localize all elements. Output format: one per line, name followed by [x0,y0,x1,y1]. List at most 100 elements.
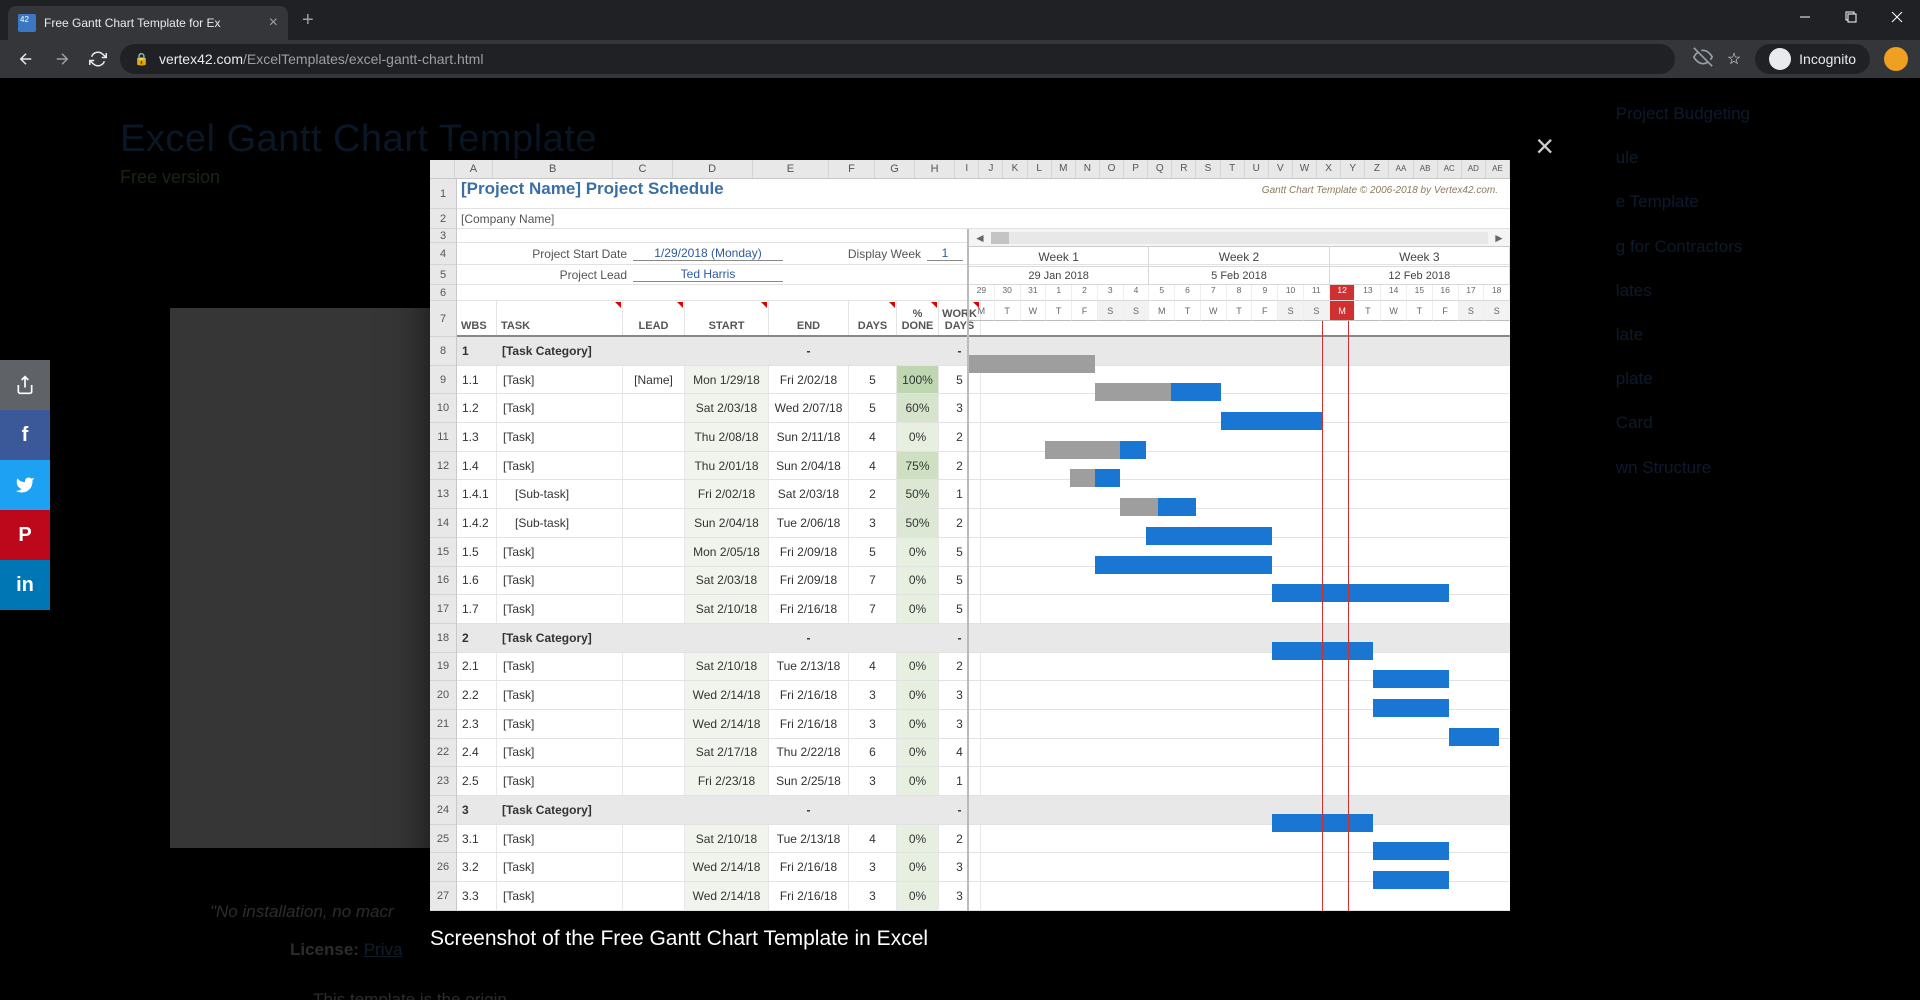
cell-end[interactable]: Tue 2/06/18 [769,509,849,537]
gantt-bar[interactable] [1045,441,1146,459]
cell-lead[interactable] [623,337,685,365]
row-number[interactable]: 21 [430,710,456,739]
cell-lead[interactable] [623,710,685,738]
col-letter[interactable]: Q [1148,160,1172,178]
cell-wbs[interactable]: 3 [457,796,497,824]
col-letter[interactable]: V [1269,160,1293,178]
cell-pct[interactable]: 0% [897,681,939,709]
cell-pct[interactable]: 100% [897,366,939,394]
gantt-bar[interactable] [1373,871,1449,889]
cell-task[interactable]: [Task Category] [497,624,623,652]
cell-lead[interactable] [623,624,685,652]
cell-pct[interactable] [897,796,939,824]
timeline-scrollbar[interactable]: ◄ ► [969,229,1510,247]
cell-wbs[interactable]: 3.1 [457,825,497,853]
maximize-button[interactable] [1828,0,1874,34]
cell-lead[interactable] [623,653,685,681]
forward-button[interactable] [48,45,76,73]
gantt-bar[interactable] [1146,527,1272,545]
cell-wbs[interactable]: 1.1 [457,366,497,394]
gantt-bar[interactable] [1373,699,1449,717]
cell-days[interactable]: 3 [849,853,897,881]
row-number[interactable]: 7 [430,301,456,337]
cell-end[interactable]: Sun 2/04/18 [769,452,849,480]
eye-off-icon[interactable] [1693,47,1713,72]
col-letter[interactable]: AE [1486,160,1510,178]
cell-wbs[interactable]: 1.4.2 [457,509,497,537]
col-letter[interactable]: Y [1341,160,1365,178]
cell-days[interactable]: 2 [849,480,897,508]
col-letter[interactable]: S [1196,160,1220,178]
cell-start[interactable]: Sat 2/10/18 [685,653,769,681]
cell-end[interactable]: Fri 2/16/18 [769,853,849,881]
cell-pct[interactable]: 0% [897,653,939,681]
new-tab-button[interactable]: + [302,9,314,32]
cell-pct[interactable]: 0% [897,825,939,853]
cell-wbs[interactable]: 1.6 [457,567,497,595]
cell-days[interactable]: 3 [849,681,897,709]
cell-lead[interactable] [623,767,685,795]
cell-wbs[interactable]: 1.5 [457,538,497,566]
cell-end[interactable]: Fri 2/16/18 [769,710,849,738]
col-letter[interactable]: U [1245,160,1269,178]
cell-days[interactable]: 3 [849,767,897,795]
cell-wbs[interactable]: 2.1 [457,653,497,681]
row-number[interactable]: 8 [430,337,456,366]
cell-wbs[interactable]: 1.4 [457,452,497,480]
modal-close-button[interactable]: × [1535,128,1554,165]
project-lead-value[interactable]: Ted Harris [633,267,783,282]
cell-wbs[interactable]: 3.2 [457,853,497,881]
row-number[interactable]: 2 [430,209,456,229]
row-number[interactable]: 18 [430,624,456,653]
cell-pct[interactable] [897,337,939,365]
cell-start[interactable]: Mon 1/29/18 [685,366,769,394]
col-letter[interactable]: I [955,160,979,178]
col-letter[interactable]: C [613,160,672,178]
cell-days[interactable]: 6 [849,739,897,767]
reload-button[interactable] [84,45,112,73]
cell-lead[interactable] [623,825,685,853]
row-number[interactable]: 1 [430,179,456,209]
cell-wbs[interactable]: 1.7 [457,595,497,623]
cell-start[interactable]: Mon 2/05/18 [685,538,769,566]
cell-days[interactable]: 7 [849,595,897,623]
cell-wbs[interactable]: 2.4 [457,739,497,767]
cell-lead[interactable] [623,853,685,881]
col-letter[interactable]: AD [1462,160,1486,178]
linkedin-button[interactable]: in [0,560,50,610]
cell-lead[interactable] [623,452,685,480]
cell-lead[interactable] [623,796,685,824]
cell-end[interactable]: Fri 2/09/18 [769,538,849,566]
cell-task[interactable]: [Task] [497,394,623,422]
cell-pct[interactable]: 50% [897,509,939,537]
cell-task[interactable]: [Task Category] [497,796,623,824]
cell-task[interactable]: [Task] [497,567,623,595]
col-letter[interactable]: AC [1438,160,1462,178]
cell-task[interactable]: [Task] [497,595,623,623]
address-bar[interactable]: 🔒 vertex42.com/ExcelTemplates/excel-gant… [120,44,1675,74]
cell-start[interactable]: Sat 2/17/18 [685,739,769,767]
row-number[interactable]: 15 [430,538,456,567]
browser-tab[interactable]: Free Gantt Chart Template for Ex × [8,6,288,40]
gantt-bar[interactable] [1272,584,1449,602]
cell-task[interactable]: [Task] [497,653,623,681]
cell-task[interactable]: [Task] [497,767,623,795]
cell-end[interactable]: - [769,624,849,652]
row-number[interactable]: 4 [430,243,456,265]
cell-wbs[interactable]: 1.4.1 [457,480,497,508]
cell-pct[interactable]: 0% [897,595,939,623]
cell-wbs[interactable]: 2.3 [457,710,497,738]
cell-days[interactable]: 4 [849,423,897,451]
cell-start[interactable]: Wed 2/14/18 [685,882,769,910]
cell-task[interactable]: [Task] [497,538,623,566]
col-letter[interactable]: AA [1389,160,1413,178]
cell-end[interactable]: Fri 2/16/18 [769,595,849,623]
cell-pct[interactable]: 0% [897,739,939,767]
cell-wbs[interactable]: 3.3 [457,882,497,910]
back-button[interactable] [12,45,40,73]
col-letter[interactable]: F [829,160,875,178]
col-letter[interactable]: X [1317,160,1341,178]
cell-end[interactable]: Tue 2/13/18 [769,825,849,853]
cell-start[interactable]: Wed 2/14/18 [685,710,769,738]
cell-end[interactable]: - [769,337,849,365]
